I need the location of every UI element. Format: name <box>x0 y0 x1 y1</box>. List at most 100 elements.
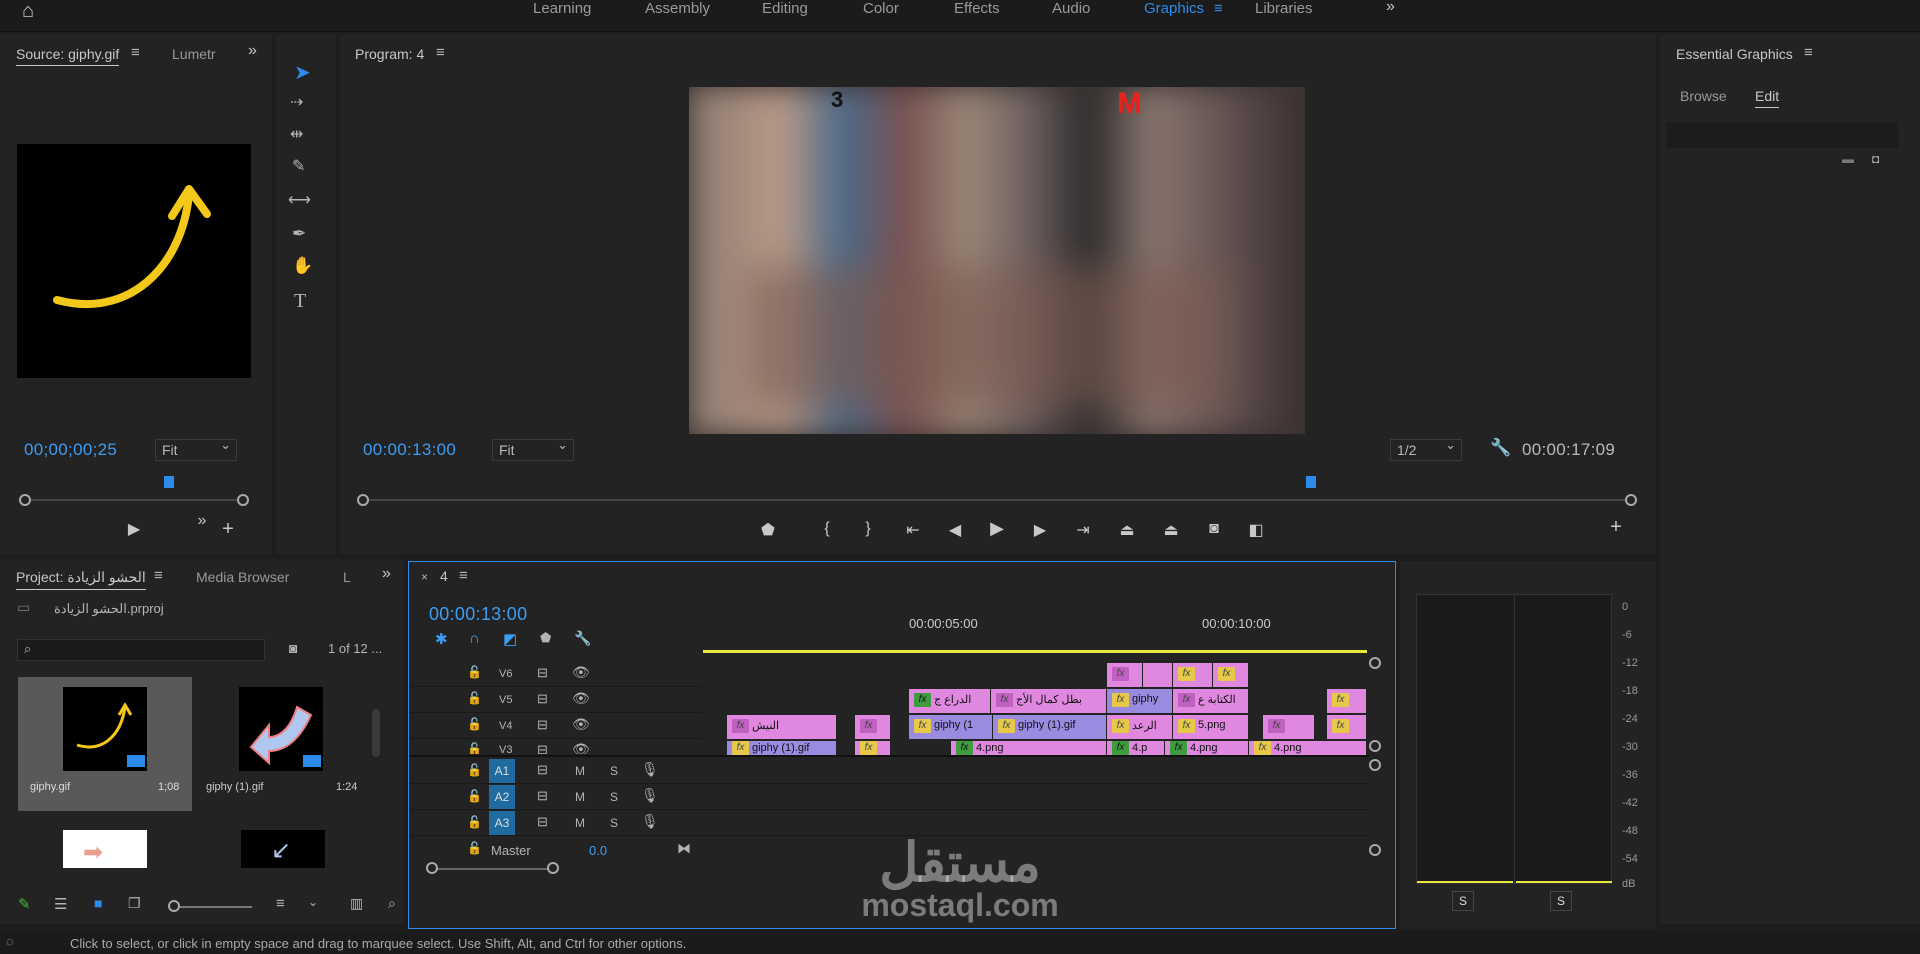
source-scrubber-start[interactable] <box>19 494 31 506</box>
automate-icon[interactable]: ▥ <box>350 895 363 912</box>
track-label[interactable]: A1 <box>489 759 515 783</box>
wrench-icon[interactable]: 🔧 <box>1490 438 1511 458</box>
program-playhead[interactable] <box>1306 476 1316 488</box>
hand-tool-icon[interactable]: ✋ <box>292 256 313 276</box>
lock-icon[interactable]: 🔓 <box>467 742 482 754</box>
workspace-menu-icon[interactable]: ≡ <box>1214 0 1223 17</box>
eye-icon[interactable]: 👁 <box>572 741 590 754</box>
linked-selection-icon[interactable]: ◩ <box>503 630 517 648</box>
more-tabs-icon[interactable]: » <box>382 565 391 583</box>
edit-tab[interactable]: Edit <box>1755 88 1780 108</box>
panel-menu-icon[interactable]: ≡ <box>1804 44 1813 61</box>
clip-v3[interactable]: fx giphy (1).gif <box>727 741 837 755</box>
lock-icon[interactable]: 🔓 <box>467 665 482 679</box>
item-thumbnail[interactable]: ➡ <box>63 830 147 868</box>
export-frame-button[interactable]: ◙ <box>1202 520 1226 538</box>
clip-v3[interactable]: fx 4.png <box>951 741 1107 755</box>
step-forward-button[interactable]: ▶ <box>1028 520 1052 540</box>
project-item-selected[interactable]: giphy.gif 1;08 <box>18 677 192 811</box>
workspace-assembly[interactable]: Assembly <box>645 0 710 17</box>
microphone-icon[interactable]: 🎙 <box>641 787 659 804</box>
source-more-button[interactable]: » <box>190 512 214 530</box>
sync-lock-icon[interactable]: ⊟ <box>537 788 548 804</box>
program-add-button[interactable]: + <box>1604 516 1628 539</box>
h-scrollbar[interactable] <box>431 868 551 870</box>
program-monitor[interactable]: 3 M <box>689 87 1305 434</box>
lift-button[interactable]: ⏏ <box>1115 520 1139 540</box>
clip-v4[interactable]: fx النيش <box>727 715 837 739</box>
track-select-tool-icon[interactable]: ⇢ <box>290 92 303 112</box>
clip-v3[interactable]: fx 4.p <box>1107 741 1165 755</box>
sort-icon[interactable]: ≡ <box>276 895 285 912</box>
eye-icon[interactable]: 👁 <box>572 664 590 681</box>
program-tab[interactable]: Program: 4 <box>355 46 424 62</box>
magnet-icon[interactable]: ∩ <box>469 630 480 647</box>
program-timecode[interactable]: 00:00:13:00 <box>363 440 456 460</box>
source-fit-dropdown[interactable]: Fit <box>155 437 237 461</box>
resolution-dropdown[interactable]: 1/2 <box>1390 437 1462 461</box>
h-scroll-end[interactable] <box>547 862 559 874</box>
lumetri-tab[interactable]: Lumetr <box>172 46 216 62</box>
source-timecode[interactable]: 00;00;00;25 <box>24 440 117 460</box>
clip-v3[interactable]: fx 4.png <box>1165 741 1249 755</box>
microphone-icon[interactable]: 🎙 <box>641 813 659 830</box>
mark-in-button[interactable]: { <box>815 520 839 538</box>
pen-tool-icon[interactable]: ✒ <box>292 224 306 244</box>
extract-button[interactable]: ⏏ <box>1159 520 1183 540</box>
add-marker-button[interactable]: ⬟ <box>756 520 780 540</box>
workspace-editing[interactable]: Editing <box>762 0 808 17</box>
icon-view-icon[interactable]: ■ <box>94 895 102 911</box>
project-scrollbar[interactable] <box>372 709 380 757</box>
go-to-out-button[interactable]: ⇥ <box>1071 520 1095 540</box>
solo-button[interactable]: S <box>610 790 618 804</box>
libraries-tab[interactable]: L <box>343 569 351 585</box>
workspace-learning[interactable]: Learning <box>533 0 591 17</box>
list-view-icon[interactable]: ☰ <box>54 895 67 913</box>
sync-lock-icon[interactable]: ⊟ <box>537 691 548 707</box>
track-label[interactable]: A2 <box>489 785 515 809</box>
program-scrubber-end[interactable] <box>1625 494 1637 506</box>
solo-button[interactable]: S <box>610 816 618 830</box>
clip-v4[interactable]: fx 5.png <box>1173 715 1249 739</box>
clip-v4[interactable]: fx giphy (1 <box>909 715 993 739</box>
workspace-color[interactable]: Color <box>863 0 899 17</box>
workspace-graphics[interactable]: Graphics <box>1144 0 1204 17</box>
find-icon[interactable]: ⌕ <box>388 895 396 912</box>
clip-v3[interactable]: fx 4.png <box>1249 741 1367 755</box>
workspace-effects[interactable]: Effects <box>954 0 1000 17</box>
workspace-audio[interactable]: Audio <box>1052 0 1090 17</box>
timeline-timecode[interactable]: 00:00:13:00 <box>429 604 527 625</box>
media-browser-tab[interactable]: Media Browser <box>196 569 289 585</box>
clip-v3[interactable]: fx <box>855 741 891 755</box>
h-scroll-start[interactable] <box>426 862 438 874</box>
step-back-button[interactable]: ◀ <box>943 520 967 540</box>
type-tool-icon[interactable]: T <box>294 290 306 313</box>
source-playhead[interactable] <box>164 476 174 488</box>
clip-v5[interactable]: fx الدراع ج <box>909 689 991 713</box>
clip-v5[interactable]: fx giphy <box>1107 689 1173 713</box>
v-scroll-top[interactable] <box>1369 657 1381 669</box>
more-workspaces-icon[interactable]: » <box>1386 0 1395 16</box>
zoom-slider[interactable] <box>176 906 252 908</box>
clip-v4[interactable]: fx giphy (1).gif <box>993 715 1107 739</box>
close-icon[interactable]: × <box>421 570 428 584</box>
solo-right-button[interactable]: S <box>1550 891 1572 911</box>
eye-icon[interactable]: 👁 <box>572 716 590 733</box>
v-scroll-bottom[interactable] <box>1369 740 1381 752</box>
solo-button[interactable]: S <box>610 764 618 778</box>
program-fit-dropdown[interactable]: Fit <box>492 437 574 461</box>
work-area-bar[interactable] <box>703 650 1367 653</box>
clip-v5[interactable]: fx <box>1327 689 1367 713</box>
clip-v6[interactable]: fx <box>1173 663 1213 687</box>
selection-tool-icon[interactable]: ➤ <box>294 60 311 85</box>
panel-menu-icon[interactable]: ≡ <box>131 44 140 61</box>
sync-lock-icon[interactable]: ⊟ <box>537 814 548 830</box>
project-tab[interactable]: Project: الحشو الزيادة <box>16 569 146 590</box>
lock-icon[interactable]: 🔓 <box>467 789 482 803</box>
lock-icon[interactable]: 🔓 <box>467 717 482 731</box>
clip-v6[interactable]: fx <box>1107 663 1143 687</box>
pencil-icon[interactable]: ✎ <box>18 895 31 913</box>
search-input[interactable] <box>17 639 265 661</box>
master-volume[interactable]: 0.0 <box>589 843 607 858</box>
mark-out-button[interactable]: } <box>856 520 880 538</box>
